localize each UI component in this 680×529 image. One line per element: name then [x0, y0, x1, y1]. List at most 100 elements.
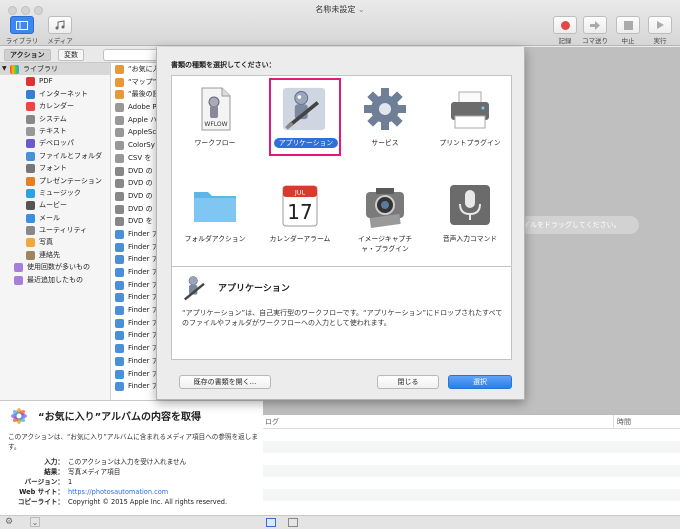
category-icon — [26, 201, 35, 211]
type-print-plugin[interactable]: プリントプラグイン — [427, 76, 513, 164]
split-view-icon[interactable] — [288, 518, 298, 527]
action-label: Finder ア — [128, 306, 159, 315]
library-category-item[interactable]: フォント — [0, 162, 110, 174]
record-icon — [560, 20, 570, 30]
record-button[interactable] — [553, 16, 577, 34]
category-label: ユーティリティ — [39, 226, 88, 235]
smart-group-item[interactable]: 使用回数が多いもの — [0, 261, 110, 273]
library-category-item[interactable]: PDF — [0, 75, 110, 87]
library-label: ライブラリ — [5, 37, 39, 45]
log-panel: ログ 時間 — [263, 414, 680, 515]
disclosure-triangle-icon[interactable]: ▼ — [2, 63, 7, 75]
type-label: プリントプラグイン — [439, 139, 501, 147]
document-type-sheet: 書類の種類を選択してください： WFLOW ワークフロー アプリケーション サー… — [156, 47, 525, 400]
workflow-icon: WFLOW — [201, 87, 231, 131]
action-icon — [115, 255, 124, 265]
step-button[interactable] — [583, 16, 607, 34]
library-category-item[interactable]: プレゼンテーション — [0, 175, 110, 187]
description-key: コピーライト： — [17, 498, 64, 506]
media-button[interactable] — [48, 16, 72, 34]
type-calendar-alarm[interactable]: JUL 17 カレンダーアラーム — [257, 172, 343, 260]
library-category-item[interactable]: 写真 — [0, 236, 110, 248]
category-label: システム — [39, 114, 67, 123]
website-link[interactable]: https://photosautomation.com — [68, 487, 168, 497]
calendar-icon: JUL 17 — [282, 185, 318, 227]
category-icon — [26, 126, 35, 136]
action-label: Finder ア — [128, 318, 159, 327]
type-label-line2: ャ・プラグイン — [361, 245, 409, 253]
chevron-down-icon[interactable]: ⌄ — [358, 5, 365, 14]
description-key: 入力： — [44, 458, 64, 466]
action-label: AppleSc — [128, 128, 157, 137]
category-label: フォント — [39, 164, 67, 173]
stop-button[interactable] — [616, 16, 640, 34]
category-icon — [26, 213, 35, 223]
action-icon — [115, 293, 124, 303]
bottom-bar: ⚙ ⌄ — [0, 515, 680, 529]
library-category-item[interactable]: カレンダー — [0, 100, 110, 112]
library-category-item[interactable]: ムービー — [0, 199, 110, 211]
category-label: ムービー — [39, 201, 67, 210]
type-dictation-command[interactable]: 音声入力コマンド — [427, 172, 513, 260]
type-label: アプリケーション — [273, 138, 339, 148]
choose-button[interactable]: 選択 — [448, 375, 512, 389]
tab-actions[interactable]: アクション — [4, 49, 51, 61]
log-column[interactable]: ログ — [263, 415, 614, 429]
drop-hint: イルをドラッグしてください。 — [519, 216, 639, 234]
library-category-item[interactable]: ユーティリティ — [0, 224, 110, 236]
list-view-icon[interactable] — [266, 518, 276, 527]
type-image-capture-plugin[interactable]: イメージキャプチ ャ・プラグイン — [342, 172, 428, 260]
library-category-item[interactable]: メール — [0, 212, 110, 224]
type-service[interactable]: サービス — [342, 76, 428, 164]
chevron-down-icon[interactable]: ⌄ — [30, 517, 40, 527]
smart-group-item[interactable]: 最近追加したもの — [0, 274, 110, 286]
tab-variables[interactable]: 変数 — [58, 49, 84, 61]
window-title: 名称未設定 ⌄ — [315, 5, 365, 14]
action-icon — [115, 229, 124, 239]
open-existing-button[interactable]: 既存の書類を開く... — [179, 375, 271, 389]
action-label: “マップ” — [128, 77, 157, 86]
action-label: Apple ハ — [128, 115, 158, 124]
printer-icon — [451, 91, 489, 129]
library-toggle-button[interactable] — [10, 16, 34, 34]
type-label: フォルダアクション — [184, 235, 246, 243]
library-category-item[interactable]: ファイルとフォルダ — [0, 150, 110, 162]
type-workflow[interactable]: WFLOW ワークフロー — [172, 76, 258, 164]
category-icon — [26, 114, 35, 124]
type-label-line1: イメージキャプチ — [357, 235, 413, 243]
library-category-item[interactable]: 連絡先 — [0, 249, 110, 261]
smart-group-label: 使用回数が多いもの — [27, 263, 90, 272]
description-key: バージョン： — [24, 478, 64, 486]
action-icon — [115, 242, 124, 252]
run-button[interactable] — [648, 16, 672, 34]
calendar-day: 17 — [287, 200, 312, 224]
type-folder-action[interactable]: フォルダアクション — [172, 172, 258, 260]
type-application[interactable]: アプリケーション — [257, 76, 343, 164]
library-category-item[interactable]: ミュージック — [0, 187, 110, 199]
close-button[interactable]: 閉じる — [377, 375, 439, 389]
action-icon — [115, 65, 124, 74]
library-category-item[interactable]: デベロッパ — [0, 137, 110, 149]
library-category-item[interactable]: システム — [0, 113, 110, 125]
library-root[interactable]: ▼ ライブラリ — [0, 63, 110, 76]
category-label: テキスト — [39, 126, 67, 135]
library-category-item[interactable]: テキスト — [0, 125, 110, 137]
library-category-item[interactable]: インターネット — [0, 88, 110, 100]
description-body: このアクションは、“お気に入り”アルバムに含まれるメディア項目への参照を返します… — [8, 433, 258, 451]
selected-type-info: アプリケーション “アプリケーション”は、自己実行型のワークフローです。“アプリ… — [171, 266, 512, 360]
step-icon — [590, 20, 600, 30]
type-label: 音声入力コマンド — [442, 235, 498, 243]
action-icon — [115, 369, 124, 379]
gear-icon[interactable]: ⚙ — [5, 517, 13, 527]
category-label: デベロッパ — [39, 139, 74, 148]
action-icon — [115, 191, 124, 201]
category-icon — [26, 188, 35, 198]
action-icon — [115, 268, 124, 277]
time-column[interactable]: 時間 — [617, 415, 631, 429]
action-label: Finder ア — [128, 280, 159, 289]
category-icon — [26, 102, 35, 112]
description-title: “お気に入り”アルバムの内容を取得 — [38, 412, 202, 423]
category-icon — [26, 139, 35, 149]
action-label: Adobe P — [128, 103, 157, 112]
action-label: DVD を — [128, 217, 153, 226]
